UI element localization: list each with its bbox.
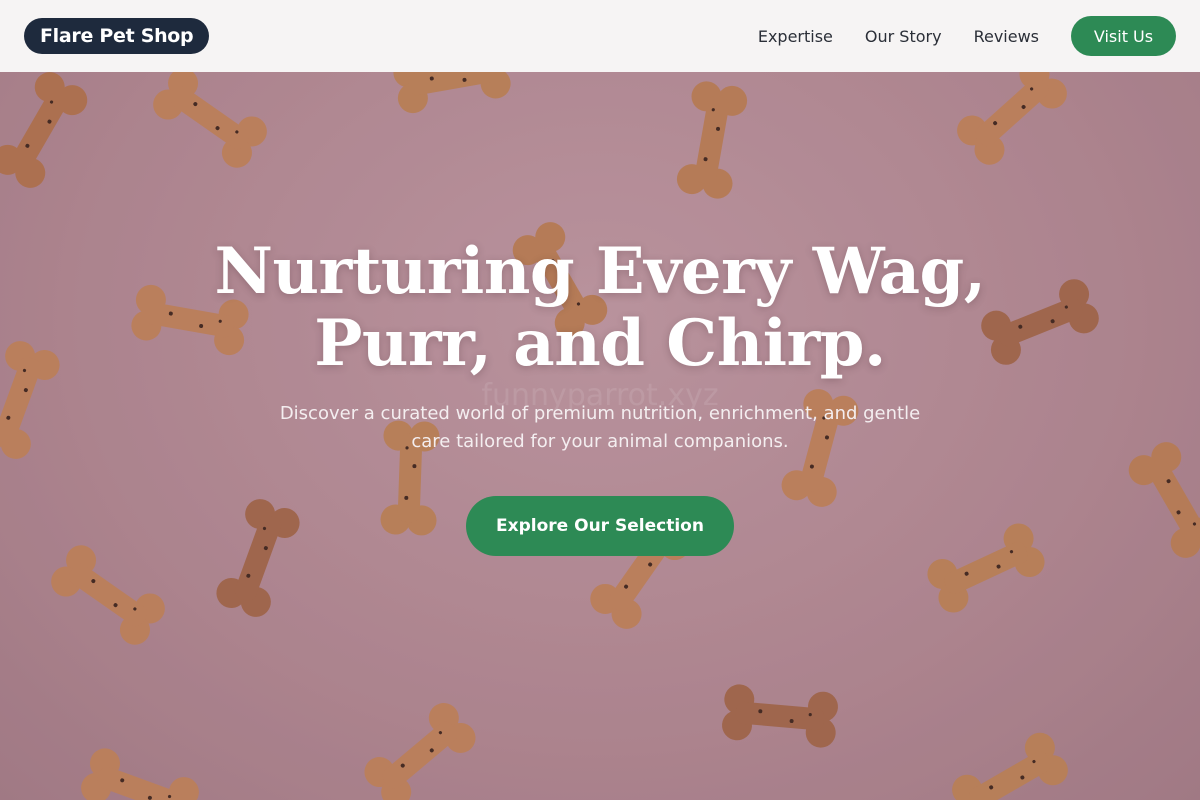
hero-subheadline: Discover a curated world of premium nutr… bbox=[279, 403, 921, 452]
hero-headline: Nurturing Every Wag, Purr, and Chirp. bbox=[214, 234, 986, 381]
visit-us-button[interactable]: Visit Us bbox=[1071, 16, 1176, 56]
nav-links: Expertise Our Story Reviews Visit Us bbox=[726, 16, 1176, 56]
hero-content: Nurturing Every Wag, Purr, and Chirp. Di… bbox=[0, 236, 1200, 556]
top-navbar: Flare Pet Shop Expertise Our Story Revie… bbox=[0, 0, 1200, 72]
nav-link-expertise[interactable]: Expertise bbox=[758, 27, 833, 46]
explore-selection-button[interactable]: Explore Our Selection bbox=[466, 496, 734, 556]
brand-logo[interactable]: Flare Pet Shop bbox=[24, 18, 210, 54]
nav-link-reviews[interactable]: Reviews bbox=[974, 27, 1039, 46]
nav-link-our-story[interactable]: Our Story bbox=[865, 27, 942, 46]
